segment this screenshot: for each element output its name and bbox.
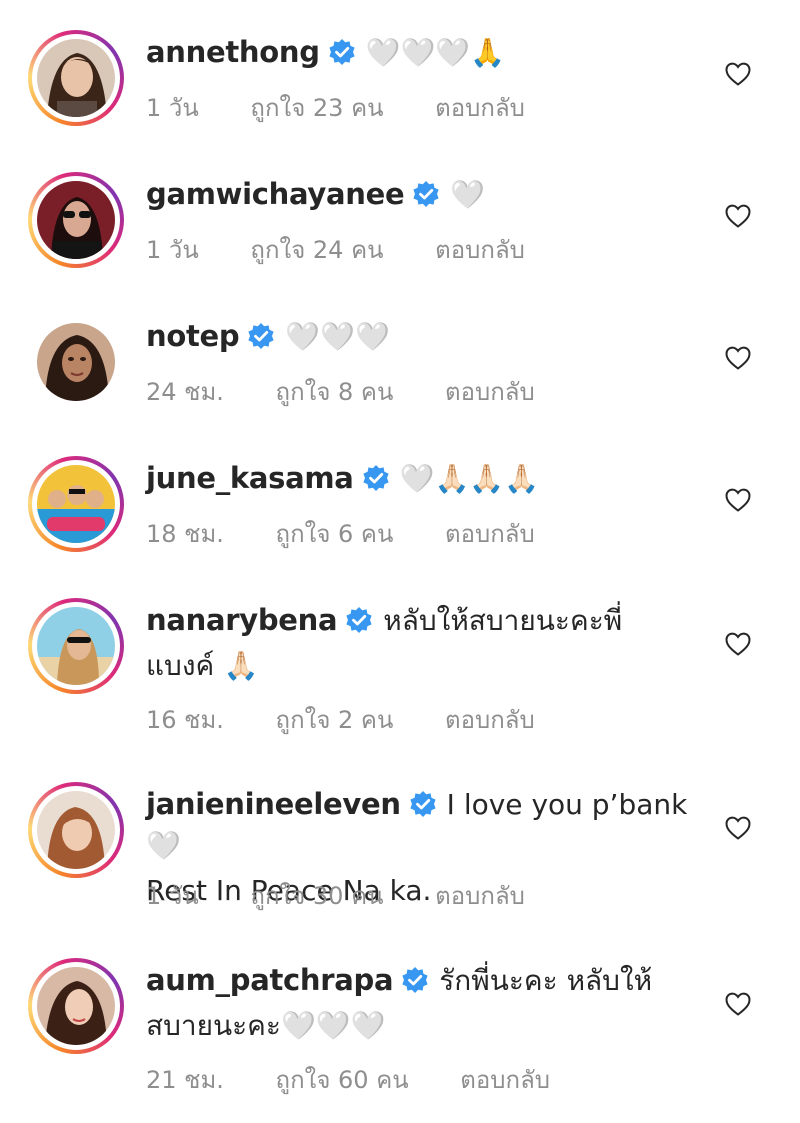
avatar[interactable] <box>37 39 115 117</box>
story-ring[interactable] <box>28 30 124 126</box>
verified-badge-icon <box>401 966 430 994</box>
comment-list: annethong 🤍🤍🤍🙏 1 วัน ถูกใจ 23 คน ตอบกลับ … <box>0 0 800 1123</box>
like-count[interactable]: ถูกใจ 23 คน <box>250 88 383 127</box>
heart-outline-icon[interactable] <box>724 202 752 230</box>
avatar[interactable] <box>37 967 115 1045</box>
comment-emoji: 🤍🙏🏻🙏🏻🙏🏻 <box>399 462 540 495</box>
heart-outline-icon[interactable] <box>724 344 752 372</box>
comment-time: 1 วัน <box>146 882 199 910</box>
username[interactable]: nanarybena <box>146 603 338 637</box>
comment-time: 1 วัน <box>146 236 199 264</box>
comment-text: รักพี่นะคะ หลับให้ <box>439 964 653 997</box>
comment-emoji: 🙏🏻 <box>223 649 259 682</box>
heart-outline-icon[interactable] <box>724 486 752 514</box>
verified-badge-icon <box>247 322 276 350</box>
comment-time: 24 ชม. <box>146 378 224 406</box>
story-ring[interactable] <box>28 598 124 694</box>
heart-outline-icon[interactable] <box>724 60 752 88</box>
reply-button[interactable]: ตอบกลับ <box>445 372 535 411</box>
verified-badge-icon <box>361 464 390 492</box>
comment-time: 18 ชม. <box>146 520 224 548</box>
reply-button[interactable]: ตอบกลับ <box>435 876 525 915</box>
heart-outline-icon[interactable] <box>724 630 752 658</box>
story-ring[interactable] <box>28 958 124 1054</box>
like-count[interactable]: ถูกใจ 24 คน <box>250 230 383 269</box>
avatar[interactable] <box>37 607 115 685</box>
username[interactable]: annethong <box>146 35 320 69</box>
like-count[interactable]: ถูกใจ 60 คน <box>276 1060 409 1099</box>
like-count[interactable]: ถูกใจ 6 คน <box>276 514 394 553</box>
heart-outline-icon[interactable] <box>724 814 752 842</box>
comment-emoji: 🤍🤍🤍 <box>280 1009 386 1042</box>
avatar[interactable] <box>37 791 115 869</box>
username[interactable]: notep <box>146 319 240 353</box>
comment-time: 21 ชม. <box>146 1066 224 1094</box>
like-count[interactable]: ถูกใจ 8 คน <box>276 372 394 411</box>
comment-text-line2: สบายนะคะ <box>146 1009 281 1042</box>
story-ring[interactable] <box>28 456 124 552</box>
comment-time: 16 ชม. <box>146 706 224 734</box>
verified-badge-icon <box>345 606 374 634</box>
username[interactable]: aum_patchrapa <box>146 963 394 997</box>
username[interactable]: gamwichayanee <box>146 177 405 211</box>
comment-text: หลับให้สบายนะคะพี่ <box>383 604 623 637</box>
avatar[interactable] <box>37 181 115 259</box>
comment-time: 1 วัน <box>146 94 199 122</box>
comment-text: I love you p’bank <box>446 788 688 821</box>
heart-outline-icon[interactable] <box>724 990 752 1018</box>
reply-button[interactable]: ตอบกลับ <box>435 230 525 269</box>
reply-button[interactable]: ตอบกลับ <box>460 1060 550 1099</box>
reply-button[interactable]: ตอบกลับ <box>435 88 525 127</box>
verified-badge-icon <box>412 180 441 208</box>
reply-button[interactable]: ตอบกลับ <box>445 514 535 553</box>
verified-badge-icon <box>408 790 437 818</box>
comment-emoji: 🤍🤍🤍 <box>285 320 390 353</box>
story-ring[interactable] <box>28 172 124 268</box>
verified-badge-icon <box>327 38 356 66</box>
username[interactable]: janienineeleven <box>146 787 401 821</box>
like-count[interactable]: ถูกใจ 2 คน <box>276 700 394 739</box>
comment-text-line2: แบงค์ <box>146 649 215 682</box>
reply-button[interactable]: ตอบกลับ <box>445 700 535 739</box>
username[interactable]: june_kasama <box>146 461 354 495</box>
comment-emoji: 🤍🤍🤍🙏 <box>365 36 506 69</box>
comment-emoji: 🤍 <box>450 178 486 211</box>
avatar[interactable] <box>37 323 115 401</box>
avatar-frame[interactable] <box>28 314 124 410</box>
comment-emoji: 🤍 <box>146 829 181 862</box>
avatar[interactable] <box>37 465 115 543</box>
story-ring[interactable] <box>28 782 124 878</box>
like-count[interactable]: ถูกใจ 30 คน <box>250 876 383 915</box>
